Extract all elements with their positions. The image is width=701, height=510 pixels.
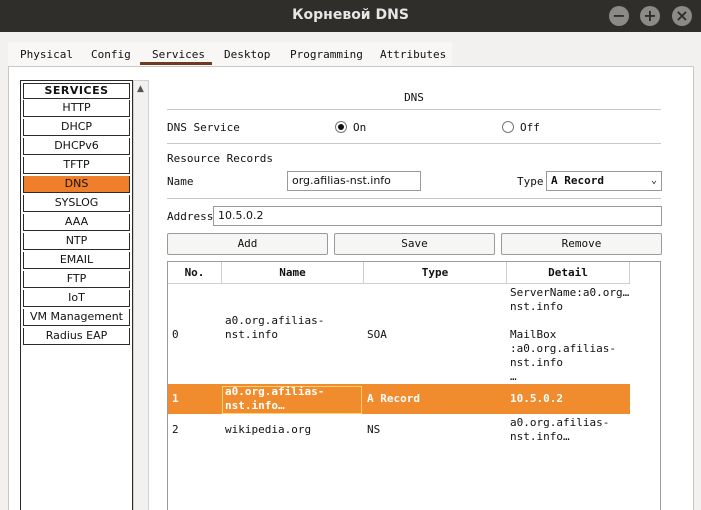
close-button[interactable]: × — [672, 6, 692, 26]
table-cell-detail[interactable]: a0.org.afilias- nst.info… — [510, 416, 609, 444]
chevron-down-icon: ⌄ — [650, 175, 657, 186]
column-header-name[interactable]: Name — [222, 262, 364, 284]
address-input[interactable]: 10.5.0.2 — [213, 206, 662, 226]
dns-on-radio[interactable] — [335, 121, 347, 133]
tab-bar: Physical Config Services Desktop Program… — [8, 42, 452, 66]
tab-services[interactable]: Services — [152, 48, 205, 61]
tab-desktop[interactable]: Desktop — [224, 48, 270, 61]
dns-off-label[interactable]: Off — [520, 121, 540, 134]
table-cell-name[interactable]: wikipedia.org — [225, 423, 311, 437]
service-item-ntp[interactable]: NTP — [23, 233, 130, 250]
table-cell-name[interactable]: a0.org.afilias- nst.info… — [225, 385, 324, 413]
column-header-no[interactable]: No. — [168, 262, 222, 284]
table-cell-name[interactable]: a0.org.afilias- nst.info — [225, 314, 324, 342]
service-item-http[interactable]: HTTP — [23, 100, 130, 117]
service-item-dhcpv6[interactable]: DHCPv6 — [23, 138, 130, 155]
service-item-dhcp[interactable]: DHCP — [23, 119, 130, 136]
resource-records-label: Resource Records — [167, 152, 273, 165]
tab-attributes[interactable]: Attributes — [380, 48, 446, 61]
divider — [167, 198, 661, 199]
name-label: Name — [167, 175, 194, 188]
dns-section-title: DNS — [404, 91, 424, 104]
name-input[interactable]: org.afilias-nst.info — [287, 171, 421, 191]
dns-on-label[interactable]: On — [353, 121, 366, 134]
service-item-iot[interactable]: IoT — [23, 290, 130, 307]
scroll-up-icon[interactable]: ▲ — [137, 84, 144, 94]
table-cell-no[interactable]: 2 — [172, 423, 179, 437]
table-cell-type[interactable]: A Record — [367, 392, 420, 406]
table-cell-detail[interactable]: 10.5.0.2 — [510, 392, 563, 406]
tab-config[interactable]: Config — [91, 48, 131, 61]
dns-service-label: DNS Service — [167, 121, 240, 134]
active-tab-indicator — [140, 62, 212, 65]
column-header-type[interactable]: Type — [364, 262, 507, 284]
divider — [167, 109, 661, 110]
service-item-ftp[interactable]: FTP — [23, 271, 130, 288]
tab-programming[interactable]: Programming — [290, 48, 363, 61]
title-bar: Корневой DNS − + × — [0, 0, 701, 32]
type-label: Type — [517, 175, 544, 188]
table-cell-type[interactable]: NS — [367, 423, 380, 437]
column-header-detail[interactable]: Detail — [507, 262, 630, 284]
dns-off-radio[interactable] — [502, 121, 514, 133]
services-list: SERVICES HTTP DHCP DHCPv6 TFTP DNS SYSLO… — [20, 80, 133, 510]
tab-physical[interactable]: Physical — [20, 48, 73, 61]
type-select[interactable]: A Record ⌄ — [546, 171, 662, 191]
services-header: SERVICES — [23, 83, 130, 99]
table-cell-no[interactable]: 0 — [172, 328, 179, 342]
records-table: No. Name Type Detail 0 a0.org.afilias- n… — [167, 261, 661, 510]
service-item-aaa[interactable]: AAA — [23, 214, 130, 231]
service-item-email[interactable]: EMAIL — [23, 252, 130, 269]
maximize-button[interactable]: + — [640, 6, 660, 26]
table-cell-no[interactable]: 1 — [172, 392, 179, 406]
service-item-dns[interactable]: DNS — [23, 176, 130, 193]
service-item-radius-eap[interactable]: Radius EAP — [23, 328, 130, 345]
divider — [167, 143, 661, 144]
table-cell-type[interactable]: SOA — [367, 328, 387, 342]
service-item-vm-management[interactable]: VM Management — [23, 309, 130, 326]
table-cell-detail[interactable]: ServerName:a0.org… nst.info MailBox :a0.… — [510, 286, 629, 384]
service-item-syslog[interactable]: SYSLOG — [23, 195, 130, 212]
window-title: Корневой DNS — [292, 7, 409, 23]
type-select-value: A Record — [551, 174, 604, 187]
services-scrollbar[interactable]: ▲ — [133, 80, 149, 510]
minimize-button[interactable]: − — [609, 6, 629, 26]
remove-button[interactable]: Remove — [501, 233, 662, 255]
address-label: Address — [167, 210, 214, 223]
save-button[interactable]: Save — [334, 233, 495, 255]
service-item-tftp[interactable]: TFTP — [23, 157, 130, 174]
add-button[interactable]: Add — [167, 233, 328, 255]
